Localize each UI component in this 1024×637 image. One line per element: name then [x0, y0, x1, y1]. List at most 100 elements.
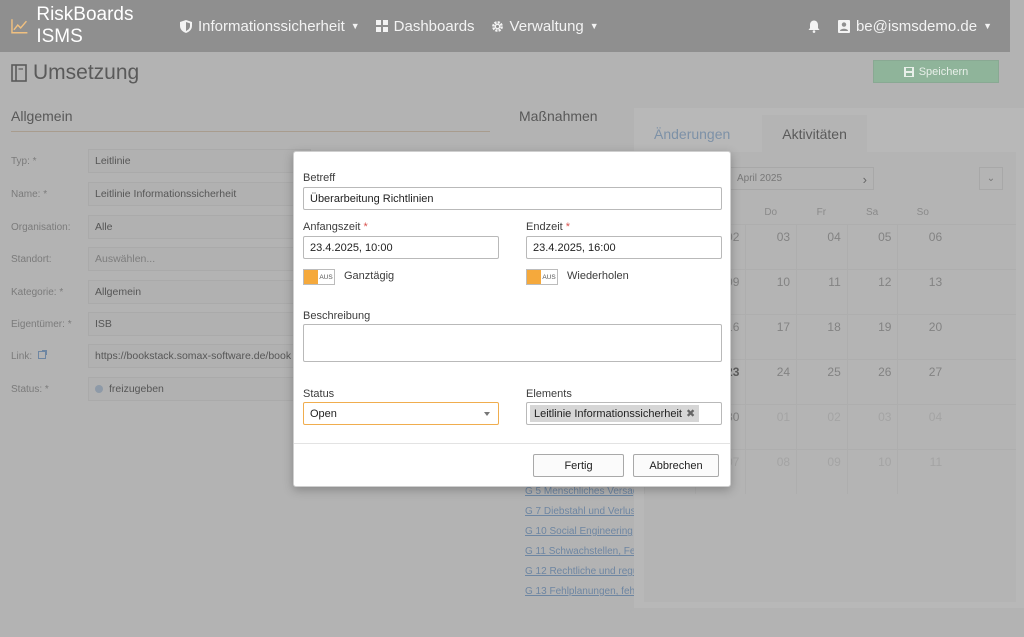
- day-cell[interactable]: 20: [897, 315, 948, 359]
- measure-link[interactable]: G 12 Rechtliche und regulatorische: [525, 562, 637, 582]
- save-button-label: Speichern: [918, 65, 969, 78]
- repeat-label: Wiederholen: [567, 270, 629, 282]
- day-cell[interactable]: 17: [745, 315, 796, 359]
- status-label: Status: [303, 388, 335, 400]
- form-label: Standort:: [11, 253, 52, 265]
- day-cell[interactable]: 27: [897, 360, 948, 404]
- day-cell[interactable]: 10: [745, 270, 796, 314]
- elements-multiselect[interactable]: Leitlinie Informationssicherheit ✖: [526, 402, 722, 425]
- tab-aktivitaeten[interactable]: Aktivitäten: [762, 115, 867, 152]
- status-dot: [95, 385, 103, 393]
- start-time-label-text: Anfangszeit: [303, 221, 361, 233]
- save-button[interactable]: Speichern: [873, 60, 999, 83]
- nav-verwaltung-label: Verwaltung: [509, 17, 584, 35]
- weekday: Sa: [865, 207, 879, 218]
- form-label: Link:: [11, 350, 88, 362]
- gear-icon: [491, 20, 504, 33]
- description-textarea[interactable]: [303, 324, 722, 362]
- day-cell[interactable]: 24: [745, 360, 796, 404]
- nav-informationssicherheit[interactable]: Informationssicherheit ▼: [180, 18, 360, 35]
- toggle-state: AUS: [542, 273, 556, 281]
- dialog-footer-divider: [294, 443, 730, 444]
- activity-dialog: Betreff Überarbeitung Richtlinien Anfang…: [293, 151, 731, 487]
- category-select[interactable]: Allgemein: [88, 280, 311, 304]
- name-input[interactable]: Leitlinie Informationssicherheit: [88, 182, 311, 206]
- form-row-organisation: Organisation: Alle: [11, 215, 311, 239]
- allday-toggle[interactable]: AUS: [303, 269, 335, 285]
- day-cell[interactable]: 18: [796, 315, 847, 359]
- day-cell[interactable]: 25: [796, 360, 847, 404]
- toggle-knob: [304, 270, 318, 284]
- nav-dashboards[interactable]: Dashboards: [375, 18, 475, 35]
- book-icon: [11, 64, 27, 82]
- day-cell[interactable]: 26: [846, 360, 898, 404]
- day-cell[interactable]: 02: [796, 405, 847, 449]
- description-label: Beschreibung: [303, 310, 371, 322]
- allday-label: Ganztägig: [344, 270, 395, 282]
- day-cell[interactable]: 03: [846, 405, 898, 449]
- day-cell[interactable]: 05: [846, 225, 898, 269]
- chevron-down-icon: ▼: [983, 21, 992, 31]
- day-cell[interactable]: 19: [846, 315, 898, 359]
- link-input[interactable]: https://bookstack.somax-software.de/book: [88, 344, 311, 368]
- brand[interactable]: RiskBoards ISMS: [0, 4, 180, 48]
- month-picker[interactable]: April 2025 ›: [723, 167, 874, 190]
- measure-link[interactable]: G 13 Fehlplanungen, fehlende: [525, 582, 637, 602]
- status-select[interactable]: Open: [303, 402, 499, 425]
- toggle-knob: [527, 270, 541, 284]
- element-tag: Leitlinie Informationssicherheit ✖: [530, 405, 700, 422]
- repeat-toggle[interactable]: AUS: [526, 269, 558, 285]
- done-button[interactable]: Fertig: [533, 454, 624, 477]
- day-cell[interactable]: 11: [796, 270, 847, 314]
- measure-link[interactable]: G 11 Schwachstellen, Fehler: [525, 542, 637, 562]
- required-mark: *: [363, 221, 368, 233]
- section-divider: [11, 131, 490, 132]
- start-time-input[interactable]: 23.4.2025, 10:00: [303, 236, 499, 259]
- month-label: April 2025: [737, 173, 783, 184]
- status-field[interactable]: freizugeben: [88, 377, 311, 401]
- day-cell[interactable]: 10: [846, 450, 898, 494]
- tab-aenderungen[interactable]: Änderungen: [634, 116, 750, 152]
- bell-icon[interactable]: [808, 20, 820, 33]
- type-select[interactable]: Leitlinie: [88, 149, 311, 173]
- location-select[interactable]: Auswählen...: [88, 247, 311, 271]
- measure-link[interactable]: G 7 Diebstahl und Verlust: [525, 502, 637, 522]
- external-link-icon[interactable]: [37, 350, 47, 359]
- day-cell[interactable]: 08: [745, 450, 796, 494]
- user-email: be@ismsdemo.de: [855, 17, 978, 35]
- day-cell[interactable]: 01: [745, 405, 796, 449]
- end-time-input[interactable]: 23.4.2025, 16:00: [526, 236, 722, 259]
- form-row-status: Status: * freizugeben: [11, 377, 311, 401]
- chevron-right-icon[interactable]: ›: [863, 172, 867, 187]
- day-cell[interactable]: 04: [897, 405, 948, 449]
- owner-select[interactable]: ISB: [88, 312, 311, 336]
- elements-label: Elements: [526, 388, 572, 400]
- close-icon[interactable]: ✖: [686, 407, 695, 420]
- form-row-eigentuemer: Eigentümer: * ISB: [11, 312, 311, 336]
- day-cell[interactable]: 03: [745, 225, 796, 269]
- subject-input[interactable]: Überarbeitung Richtlinien: [303, 187, 722, 210]
- day-cell[interactable]: 04: [796, 225, 847, 269]
- cancel-button[interactable]: Abbrechen: [633, 454, 719, 477]
- form-row-link: Link: https://bookstack.somax-software.d…: [11, 344, 311, 368]
- shield-icon: [180, 19, 192, 33]
- form-label-text: Link:: [11, 351, 33, 362]
- organisation-select[interactable]: Alle: [88, 215, 311, 239]
- form-label: Typ: *: [11, 155, 37, 167]
- user-menu[interactable]: be@ismsdemo.de ▼: [837, 17, 992, 35]
- day-cell[interactable]: 11: [897, 450, 948, 494]
- chevron-down-icon: ▼: [350, 21, 360, 31]
- view-dropdown[interactable]: ⌄: [979, 167, 1003, 190]
- end-time-label-text: Endzeit: [526, 221, 563, 233]
- form-label: Status: *: [11, 383, 49, 395]
- day-cell[interactable]: 09: [796, 450, 847, 494]
- form-label: Kategorie: *: [11, 286, 64, 298]
- line-chart-icon: [11, 19, 28, 34]
- nav-verwaltung[interactable]: Verwaltung ▼: [491, 18, 599, 35]
- subject-label: Betreff: [303, 172, 336, 184]
- day-cell[interactable]: 12: [846, 270, 898, 314]
- end-time-label: Endzeit *: [526, 221, 570, 233]
- measure-link[interactable]: G 10 Social Engineering: [525, 522, 637, 542]
- day-cell[interactable]: 06: [897, 225, 948, 269]
- day-cell[interactable]: 13: [897, 270, 948, 314]
